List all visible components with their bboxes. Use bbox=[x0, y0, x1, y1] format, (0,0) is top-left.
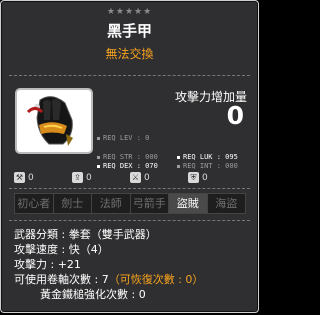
star-rating: ★★★★★ bbox=[106, 7, 153, 17]
bullet-icon bbox=[97, 136, 100, 140]
job-pirate: 海盜 bbox=[215, 197, 238, 210]
req-str: REQ STR : 000 bbox=[97, 153, 158, 161]
item-name: 黑手甲 bbox=[106, 22, 152, 40]
bullet-icon bbox=[97, 155, 100, 159]
stat-attack-speed: 攻擊速度 : 快（4） bbox=[14, 243, 109, 256]
job-archer: 弓箭手 bbox=[131, 194, 169, 213]
upload-icon: ⇪ bbox=[72, 172, 83, 183]
attack-increase-value: 0 bbox=[226, 101, 244, 130]
glove-icon bbox=[26, 96, 73, 146]
req-int: REQ INT : 000 bbox=[177, 162, 238, 170]
stat-attack: 攻擊力 : +21 bbox=[14, 258, 81, 271]
item-icon-frame bbox=[15, 88, 93, 154]
job-beginner: 初心者 bbox=[15, 194, 54, 213]
wrench-icon: ⚒ bbox=[14, 172, 25, 183]
req-lev: REQ LEV : 0 bbox=[97, 134, 149, 142]
badge-shield: ⛨ 0 bbox=[188, 172, 208, 183]
req-dex: REQ DEX : 070 bbox=[97, 162, 158, 170]
bullet-icon bbox=[177, 155, 180, 159]
divider bbox=[9, 188, 250, 189]
divider bbox=[9, 220, 250, 221]
item-badges: ⚒ 0 ⇪ 0 ⚔ 0 ⛨ 0 bbox=[14, 172, 250, 186]
shield-icon: ⛨ bbox=[188, 172, 199, 183]
bullet-icon bbox=[177, 164, 180, 168]
item-stats: 武器分類 : 拳套（雙手武器） 攻擊速度 : 快（4） 攻擊力 : +21 可使… bbox=[14, 227, 203, 302]
job-restrictions: 初心者 劍士 法師 弓箭手 盜賊 海盜 bbox=[14, 193, 246, 214]
stat-golden-hammer: 黃金鐵槌強化次數 : 0 bbox=[40, 288, 146, 301]
divider bbox=[9, 75, 250, 76]
job-warrior: 劍士 bbox=[54, 194, 92, 213]
badge-sword: ⚔ 0 bbox=[130, 172, 150, 183]
scrolls-recoverable: （可恢復次數 : 0） bbox=[108, 273, 204, 286]
req-luk: REQ LUK : 095 bbox=[177, 153, 238, 161]
stat-scrolls: 可使用卷軸次數 : 7（可恢復次數 : 0） bbox=[14, 272, 203, 287]
stat-weapon-type: 武器分類 : 拳套（雙手武器） bbox=[14, 228, 157, 241]
bullet-icon bbox=[97, 164, 100, 168]
badge-wrench: ⚒ 0 bbox=[14, 172, 34, 183]
untradeable-label: 無法交換 bbox=[105, 47, 154, 61]
badge-upload: ⇪ 0 bbox=[72, 172, 92, 183]
job-magician: 法師 bbox=[92, 194, 131, 213]
sword-icon: ⚔ bbox=[130, 172, 141, 183]
job-thief: 盜賊 bbox=[169, 194, 208, 213]
item-tooltip: ★★★★★ 黑手甲 無法交換 攻擊力增加量 0 REQ LEV : 0 REQ … bbox=[0, 0, 259, 313]
scrolls-count: 可使用卷軸次數 : 7 bbox=[14, 273, 109, 286]
